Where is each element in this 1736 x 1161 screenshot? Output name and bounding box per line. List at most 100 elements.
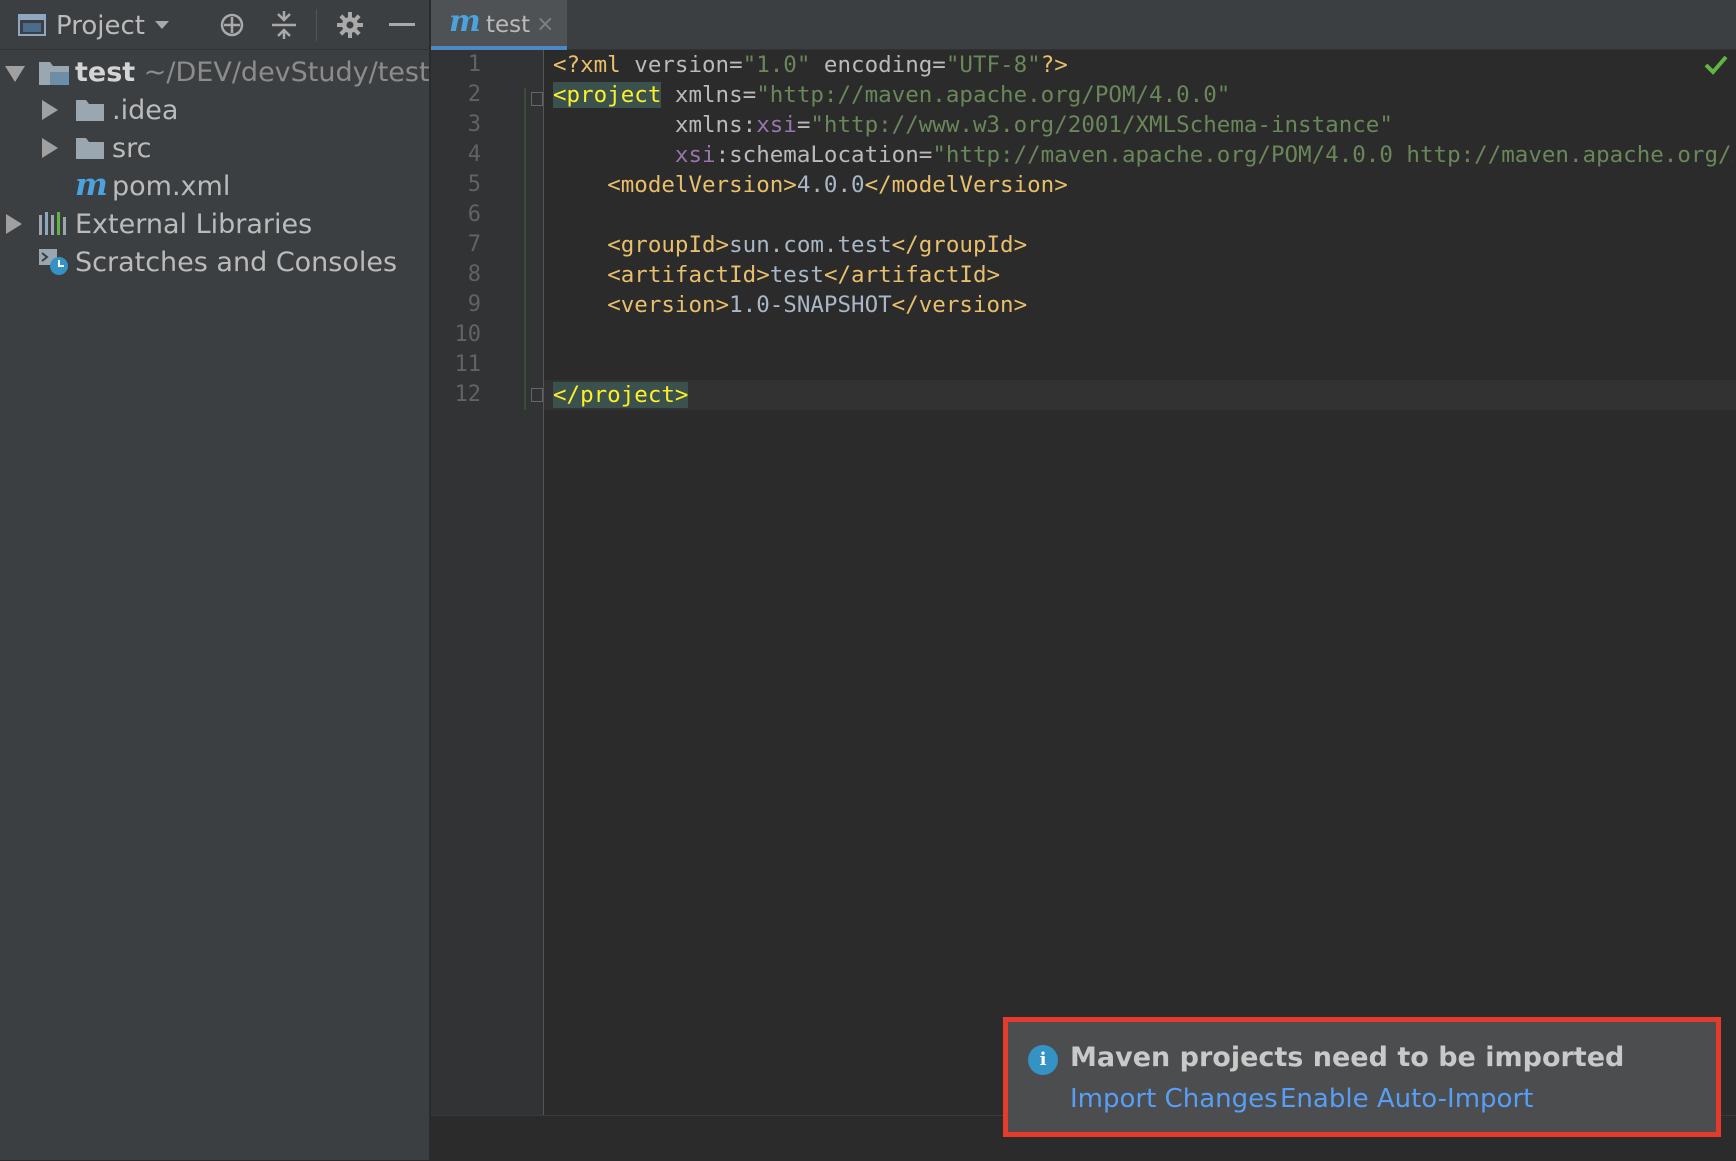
line-number: 6 — [467, 202, 481, 227]
xml-attr: :schemaLocation= — [715, 142, 933, 168]
info-icon: i — [1028, 1045, 1058, 1075]
code-line-7: <groupId>sun.com.test</groupId> — [553, 230, 1027, 260]
code-line-9: <version>1.0-SNAPSHOT</version> — [553, 290, 1027, 320]
expand-arrow-icon[interactable] — [42, 138, 58, 158]
enable-auto-import-link[interactable]: Enable Auto-Import — [1280, 1084, 1533, 1114]
xml-value: "http://www.w3.org/2001/XMLSchema-instan… — [810, 112, 1393, 138]
locate-icon[interactable] — [216, 0, 248, 50]
tree-item-label: test — [75, 57, 136, 88]
code-line-8: <artifactId>test</artifactId> — [553, 260, 1000, 290]
tree-item-label: src — [112, 133, 152, 164]
tree-item-pom-xml[interactable]: m pom.xml — [0, 167, 430, 205]
project-view-selector[interactable]: Project — [56, 0, 145, 52]
project-tool-window: Project test ~/DEV/devStudy/test .idea s… — [0, 0, 430, 1160]
tree-item-scratches[interactable]: Scratches and Consoles — [0, 243, 430, 281]
xml-text: 1.0-SNAPSHOT — [729, 292, 892, 318]
editor-gutter[interactable]: 1 2 3 4 5 6 7 8 9 10 11 12 — [431, 50, 543, 1115]
line-number: 3 — [467, 112, 481, 137]
tree-item-label: .idea — [112, 95, 179, 126]
project-view-icon — [16, 0, 48, 50]
line-number: 9 — [467, 292, 481, 317]
check-icon[interactable] — [1703, 52, 1729, 78]
xml-decl-open: <?xml — [553, 52, 621, 78]
maven-icon: m — [75, 167, 108, 203]
import-changes-link[interactable]: Import Changes — [1070, 1084, 1278, 1114]
xml-tag: <modelVersion> — [607, 172, 797, 198]
code-line-5: <modelVersion>4.0.0</modelVersion> — [553, 170, 1068, 200]
scratches-icon — [38, 247, 70, 277]
code-editor[interactable]: <?xml version="1.0" encoding="UTF-8"?> <… — [553, 50, 1733, 1115]
tree-item-label: pom.xml — [112, 171, 231, 202]
line-number: 12 — [454, 382, 482, 407]
xml-value: "1.0" — [742, 52, 811, 78]
tree-item-src[interactable]: src — [0, 129, 430, 167]
xml-tag: <version> — [607, 292, 730, 318]
tree-item-external-libraries[interactable]: External Libraries — [0, 205, 430, 243]
project-panel-header: Project — [0, 0, 430, 50]
xml-attr: encoding= — [810, 52, 946, 78]
xml-attr: xmlns= — [661, 82, 757, 108]
line-number: 1 — [467, 52, 481, 77]
code-line-4: xsi:schemaLocation="http://maven.apache.… — [553, 140, 1733, 170]
xml-tag: </artifactId> — [823, 262, 1001, 288]
notification-message: Maven projects need to be imported — [1070, 1042, 1625, 1073]
xml-value: "http://maven.apache.org/POM/4.0.0" — [756, 82, 1231, 108]
xml-text: 4.0.0 — [796, 172, 865, 198]
xml-value: "UTF-8" — [945, 52, 1041, 78]
xml-namespace: xsi — [674, 142, 716, 168]
line-number: 7 — [467, 232, 481, 257]
xml-attr: xmlns: — [674, 112, 757, 138]
xml-attr: = — [796, 112, 811, 138]
tree-item-idea[interactable]: .idea — [0, 91, 430, 129]
xml-tag: <groupId> — [607, 232, 730, 258]
folder-icon — [75, 95, 105, 125]
folder-icon — [75, 133, 105, 163]
xml-tag: </modelVersion> — [864, 172, 1068, 198]
tab-test[interactable]: m test × — [431, 0, 567, 50]
xml-value: "http://maven.apache.org/POM/4.0.0 http:… — [932, 142, 1733, 168]
xml-attr: version= — [620, 52, 743, 78]
expand-arrow-icon[interactable] — [6, 214, 22, 234]
libraries-icon — [38, 209, 68, 239]
chevron-down-icon[interactable] — [152, 0, 172, 50]
module-folder-icon — [38, 57, 70, 87]
vcs-change-marker — [524, 88, 526, 410]
xml-tag: </version> — [891, 292, 1028, 318]
close-icon[interactable]: × — [536, 0, 554, 50]
collapse-all-icon[interactable] — [268, 0, 300, 50]
xml-tag: <project — [553, 82, 662, 108]
tree-item-label: Scratches and Consoles — [75, 247, 398, 278]
line-number: 8 — [467, 262, 481, 287]
xml-decl-close: ?> — [1040, 52, 1068, 78]
gear-icon[interactable] — [334, 0, 366, 50]
code-line-2: <project xmlns="http://maven.apache.org/… — [553, 80, 1230, 110]
line-number: 2 — [467, 82, 481, 107]
tree-item-path: ~/DEV/devStudy/test — [143, 57, 430, 88]
maven-icon: m — [449, 4, 481, 39]
xml-tag: <artifactId> — [607, 262, 770, 288]
expand-arrow-icon[interactable] — [5, 66, 25, 82]
fold-marker-icon[interactable] — [531, 92, 543, 106]
tree-item-test[interactable]: test ~/DEV/devStudy/test — [0, 53, 430, 91]
maven-import-notification: i Maven projects need to be imported Imp… — [1003, 1017, 1721, 1137]
ide-window: Project test ~/DEV/devStudy/test .idea s… — [0, 0, 1736, 1161]
line-number: 10 — [454, 322, 482, 347]
expand-arrow-icon[interactable] — [42, 100, 58, 120]
code-line-1: <?xml version="1.0" encoding="UTF-8"?> — [553, 50, 1068, 80]
code-line-12: </project> — [553, 380, 689, 410]
fold-marker-icon[interactable] — [531, 388, 543, 402]
hide-icon[interactable] — [386, 0, 418, 50]
code-line-3: xmlns:xsi="http://www.w3.org/2001/XMLSch… — [553, 110, 1393, 140]
editor-tab-bar: m test × — [431, 0, 1736, 50]
project-tree: test ~/DEV/devStudy/test .idea src m pom… — [0, 50, 430, 281]
tab-label: test — [486, 12, 531, 38]
line-number: 11 — [454, 352, 482, 377]
gutter-divider — [543, 50, 544, 1115]
xml-text: test — [769, 262, 824, 288]
xml-text: sun.com.test — [729, 232, 892, 258]
xml-tag: </project> — [553, 382, 689, 408]
